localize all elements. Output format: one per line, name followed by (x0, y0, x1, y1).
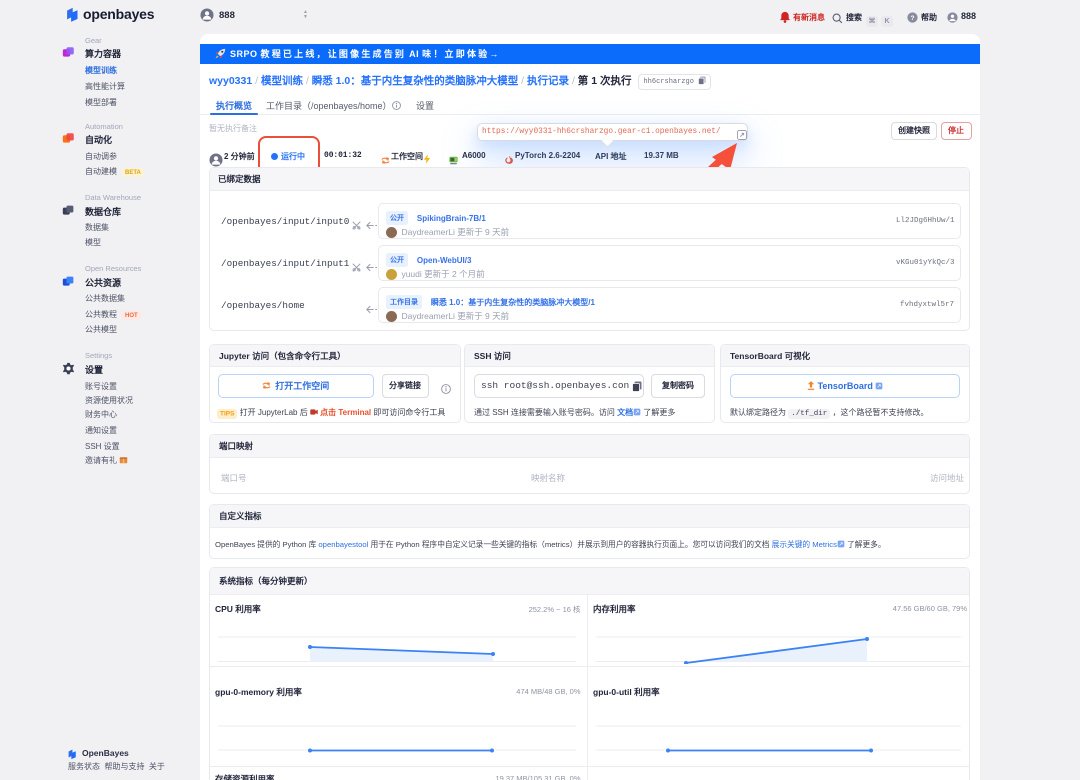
svg-text:?: ? (910, 15, 914, 22)
